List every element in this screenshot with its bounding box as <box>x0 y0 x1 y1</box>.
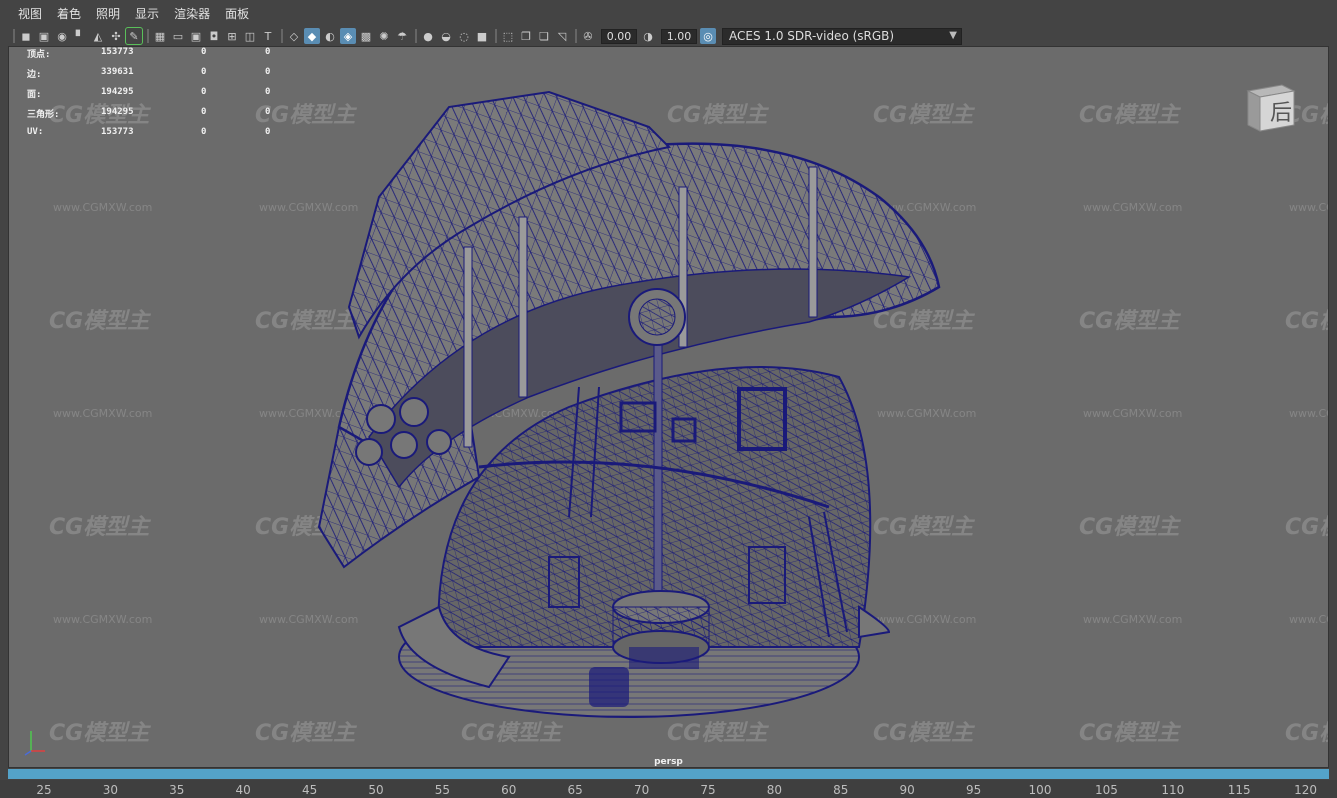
time-slider-bar[interactable] <box>8 769 1329 779</box>
toolbar-divider <box>415 29 417 43</box>
timeline-tick-label: 30 <box>102 783 119 797</box>
view-cube-face-label: 后 <box>1269 101 1292 126</box>
timeline-tick-label: 115 <box>1227 783 1251 797</box>
depth-of-field-icon[interactable]: ■ <box>474 28 490 44</box>
axis-gizmo-icon <box>24 731 45 756</box>
menu-lighting[interactable]: 照明 <box>96 5 120 22</box>
gate-mask-icon[interactable]: ◘ <box>206 28 222 44</box>
safe-action-icon[interactable]: ◫ <box>242 28 258 44</box>
smooth-shade-icon[interactable]: ◆ <box>304 28 320 44</box>
timeline-tick-label: 50 <box>368 783 384 797</box>
camera-attributes-icon[interactable]: ◉ <box>54 28 70 44</box>
film-gate-icon[interactable]: ▭ <box>170 28 186 44</box>
menu-shading[interactable]: 着色 <box>57 5 81 22</box>
chevron-down-icon: ▼ <box>949 29 957 41</box>
timeline-tick-label: 80 <box>766 783 783 797</box>
color-management-icon[interactable]: ◎ <box>700 28 716 44</box>
toolbar-divider <box>575 29 577 43</box>
exposure-icon[interactable]: ✇ <box>580 28 596 44</box>
safe-title-icon[interactable]: T <box>260 28 276 44</box>
use-all-lights-icon[interactable]: ✺ <box>376 28 392 44</box>
field-chart-icon[interactable]: ⊞ <box>224 28 240 44</box>
wireframe-on-shaded-icon[interactable]: ◈ <box>340 28 356 44</box>
default-material-icon[interactable]: ◐ <box>322 28 338 44</box>
menu-renderer[interactable]: 渲染器 <box>174 5 210 22</box>
timeline-tick-label: 25 <box>36 783 52 797</box>
timeline-tick-label: 65 <box>567 783 583 797</box>
menu-show[interactable]: 显示 <box>135 5 159 22</box>
timeline-tick-label: 120 <box>1294 783 1318 797</box>
toolbar-divider <box>13 29 15 43</box>
timeline-tick-label: 110 <box>1161 783 1185 797</box>
shadows-icon[interactable]: ☂ <box>394 28 410 44</box>
grease-pencil-icon[interactable]: ✎ <box>125 27 143 45</box>
motion-blur-icon[interactable]: ◒ <box>438 28 454 44</box>
panel-toolbar: ◼ ▣ ◉ ▘ ◭ ✣ ✎ ▦ ▭ ▣ ◘ ⊞ ◫ T ◇ ◆ ◐ ◈ ▩ ✺ … <box>0 26 1337 46</box>
menu-view[interactable]: 视图 <box>18 5 42 22</box>
timeline-tick-label: 95 <box>965 783 982 797</box>
timeline-tick-label: 90 <box>899 783 915 797</box>
gamma-icon[interactable]: ◑ <box>640 28 656 44</box>
xray-icon[interactable]: ❐ <box>518 28 534 44</box>
panel-menu-bar: 视图 着色 照明 显示 渲染器 面板 <box>0 0 1337 26</box>
timeline-tick-label: 40 <box>235 783 251 797</box>
timeline-tick-label: 75 <box>700 783 716 797</box>
persp-viewport[interactable]: CG模型主 www.CGMXW.com CG模型主 www.CGMXW.com CG模型… <box>8 46 1329 768</box>
mushroom-house-wireframe-model[interactable] <box>9 47 1329 768</box>
screen-space-ao-icon[interactable]: ● <box>420 28 436 44</box>
timeline-tick-label: 45 <box>301 783 318 797</box>
grid-icon[interactable]: ▦ <box>152 28 168 44</box>
timeline-tick-label: 60 <box>501 783 517 797</box>
timeline-tick-label: 105 <box>1094 783 1118 797</box>
textured-icon[interactable]: ▩ <box>358 28 374 44</box>
view-transform-dropdown[interactable]: ACES 1.0 SDR-video (sRGB) ▼ <box>722 27 962 45</box>
timeline-tick-label: 55 <box>434 783 451 797</box>
timeline-tick-label: 100 <box>1028 783 1052 797</box>
menu-panels[interactable]: 面板 <box>225 5 249 22</box>
isolate-select-icon[interactable]: ⬚ <box>500 28 516 44</box>
xray-active-components-icon[interactable]: ❏ <box>536 28 552 44</box>
camera-name-label: persp <box>654 757 683 767</box>
timeline-tick-label: 35 <box>169 783 185 797</box>
image-plane-icon[interactable]: ◭ <box>90 28 106 44</box>
xray-joints-icon[interactable]: ◹ <box>554 28 570 44</box>
time-slider-ruler[interactable]: 25 30 35 40 45 50 55 60 65 70 75 80 85 90 95 100 105 110 1… <box>0 780 1337 798</box>
pan-zoom-icon[interactable]: ✣ <box>108 28 124 44</box>
bookmark-icon[interactable]: ▘ <box>72 28 88 44</box>
toolbar-divider <box>281 29 283 43</box>
anti-aliasing-icon[interactable]: ◌ <box>456 28 472 44</box>
toolbar-divider <box>495 29 497 43</box>
wireframe-icon[interactable]: ◇ <box>286 28 302 44</box>
timeline-tick-label: 70 <box>633 783 650 797</box>
camera-select-icon[interactable]: ◼ <box>18 28 34 44</box>
camera-lock-icon[interactable]: ▣ <box>36 28 52 44</box>
gamma-field[interactable]: 1.00 <box>661 28 697 44</box>
toolbar-divider <box>147 29 149 43</box>
exposure-field[interactable]: 0.00 <box>601 28 637 44</box>
view-transform-value: ACES 1.0 SDR-video (sRGB) <box>729 29 895 43</box>
timeline-tick-label: 85 <box>833 783 849 797</box>
resolution-gate-icon[interactable]: ▣ <box>188 28 204 44</box>
